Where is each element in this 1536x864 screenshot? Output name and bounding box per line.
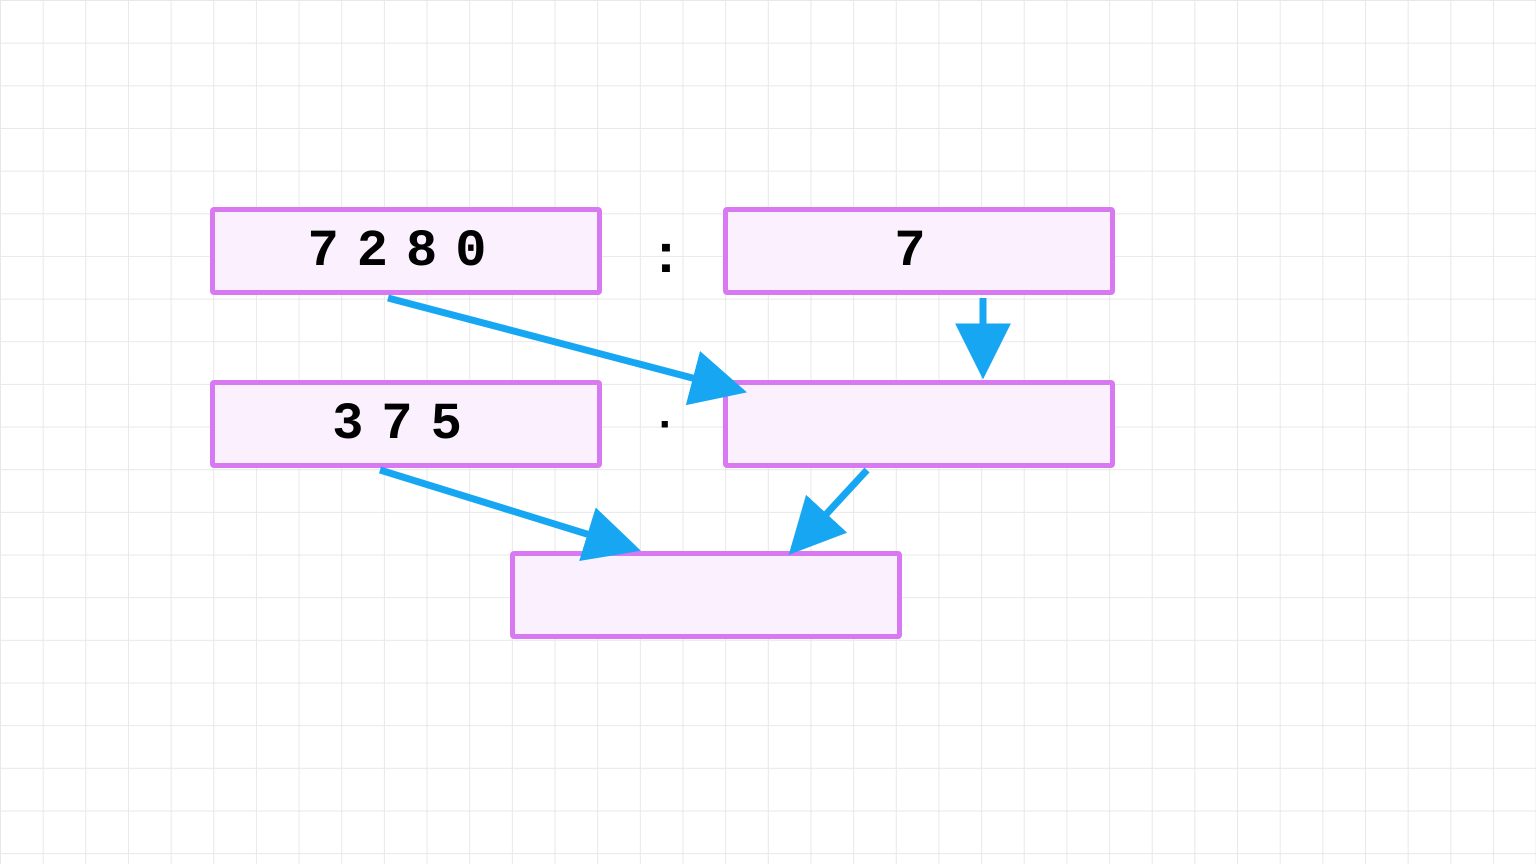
box-top-right[interactable]: 7	[723, 207, 1115, 295]
box-top-left-value: 7280	[308, 222, 505, 281]
box-top-left[interactable]: 7280	[210, 207, 602, 295]
operator-multiply: ·	[636, 395, 696, 455]
box-mid-left-value: 375	[332, 395, 480, 454]
box-top-right-value: 7	[894, 222, 943, 281]
operator-divide: :	[636, 222, 696, 282]
box-bottom[interactable]	[510, 551, 902, 639]
box-mid-left[interactable]: 375	[210, 380, 602, 468]
box-mid-right[interactable]	[723, 380, 1115, 468]
